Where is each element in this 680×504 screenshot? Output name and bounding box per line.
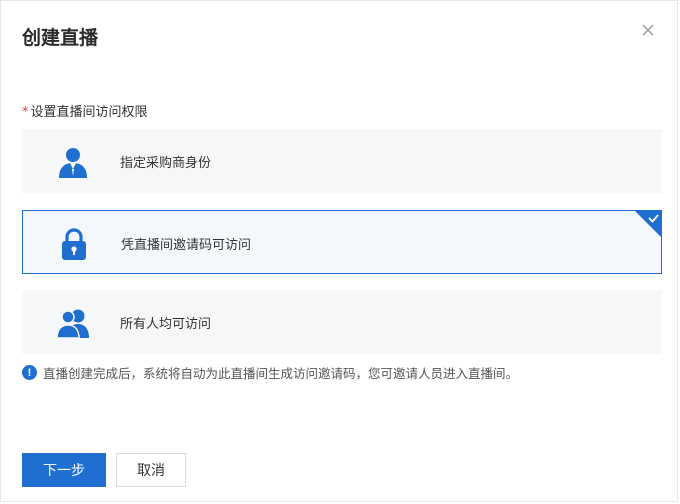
access-permission-label: * 设置直播间访问权限 <box>22 101 148 120</box>
access-permission-text: 设置直播间访问权限 <box>30 105 148 120</box>
lock-icon <box>57 227 91 261</box>
cancel-button[interactable]: 取消 <box>116 453 186 487</box>
info-icon: ! <box>22 365 37 380</box>
option-label: 所有人均可访问 <box>120 317 212 332</box>
user-icon <box>56 145 90 179</box>
option-label: 指定采购商身份 <box>120 156 212 171</box>
next-step-button[interactable]: 下一步 <box>22 453 106 487</box>
close-icon[interactable] <box>641 23 655 37</box>
option-label: 凭直播间邀请码可访问 <box>121 238 252 253</box>
option-everyone[interactable]: 所有人均可访问 <box>22 290 662 354</box>
create-live-dialog: 创建直播 * 设置直播间访问权限 指定采购商身份 凭直播间邀请码可访问 所有人均… <box>0 0 678 502</box>
required-mark: * <box>22 105 29 120</box>
invite-code-notice: ! 直播创建完成后，系统将自动为此直播间生成访问邀请码，您可邀请人员进入直播间。 <box>22 363 518 382</box>
notice-text: 直播创建完成后，系统将自动为此直播间生成访问邀请码，您可邀请人员进入直播间。 <box>43 366 519 381</box>
option-specified-buyer[interactable]: 指定采购商身份 <box>22 129 662 193</box>
users-icon <box>56 306 90 340</box>
option-invite-code[interactable]: 凭直播间邀请码可访问 <box>22 210 662 274</box>
selected-check-icon <box>634 210 662 238</box>
dialog-title: 创建直播 <box>22 27 99 49</box>
